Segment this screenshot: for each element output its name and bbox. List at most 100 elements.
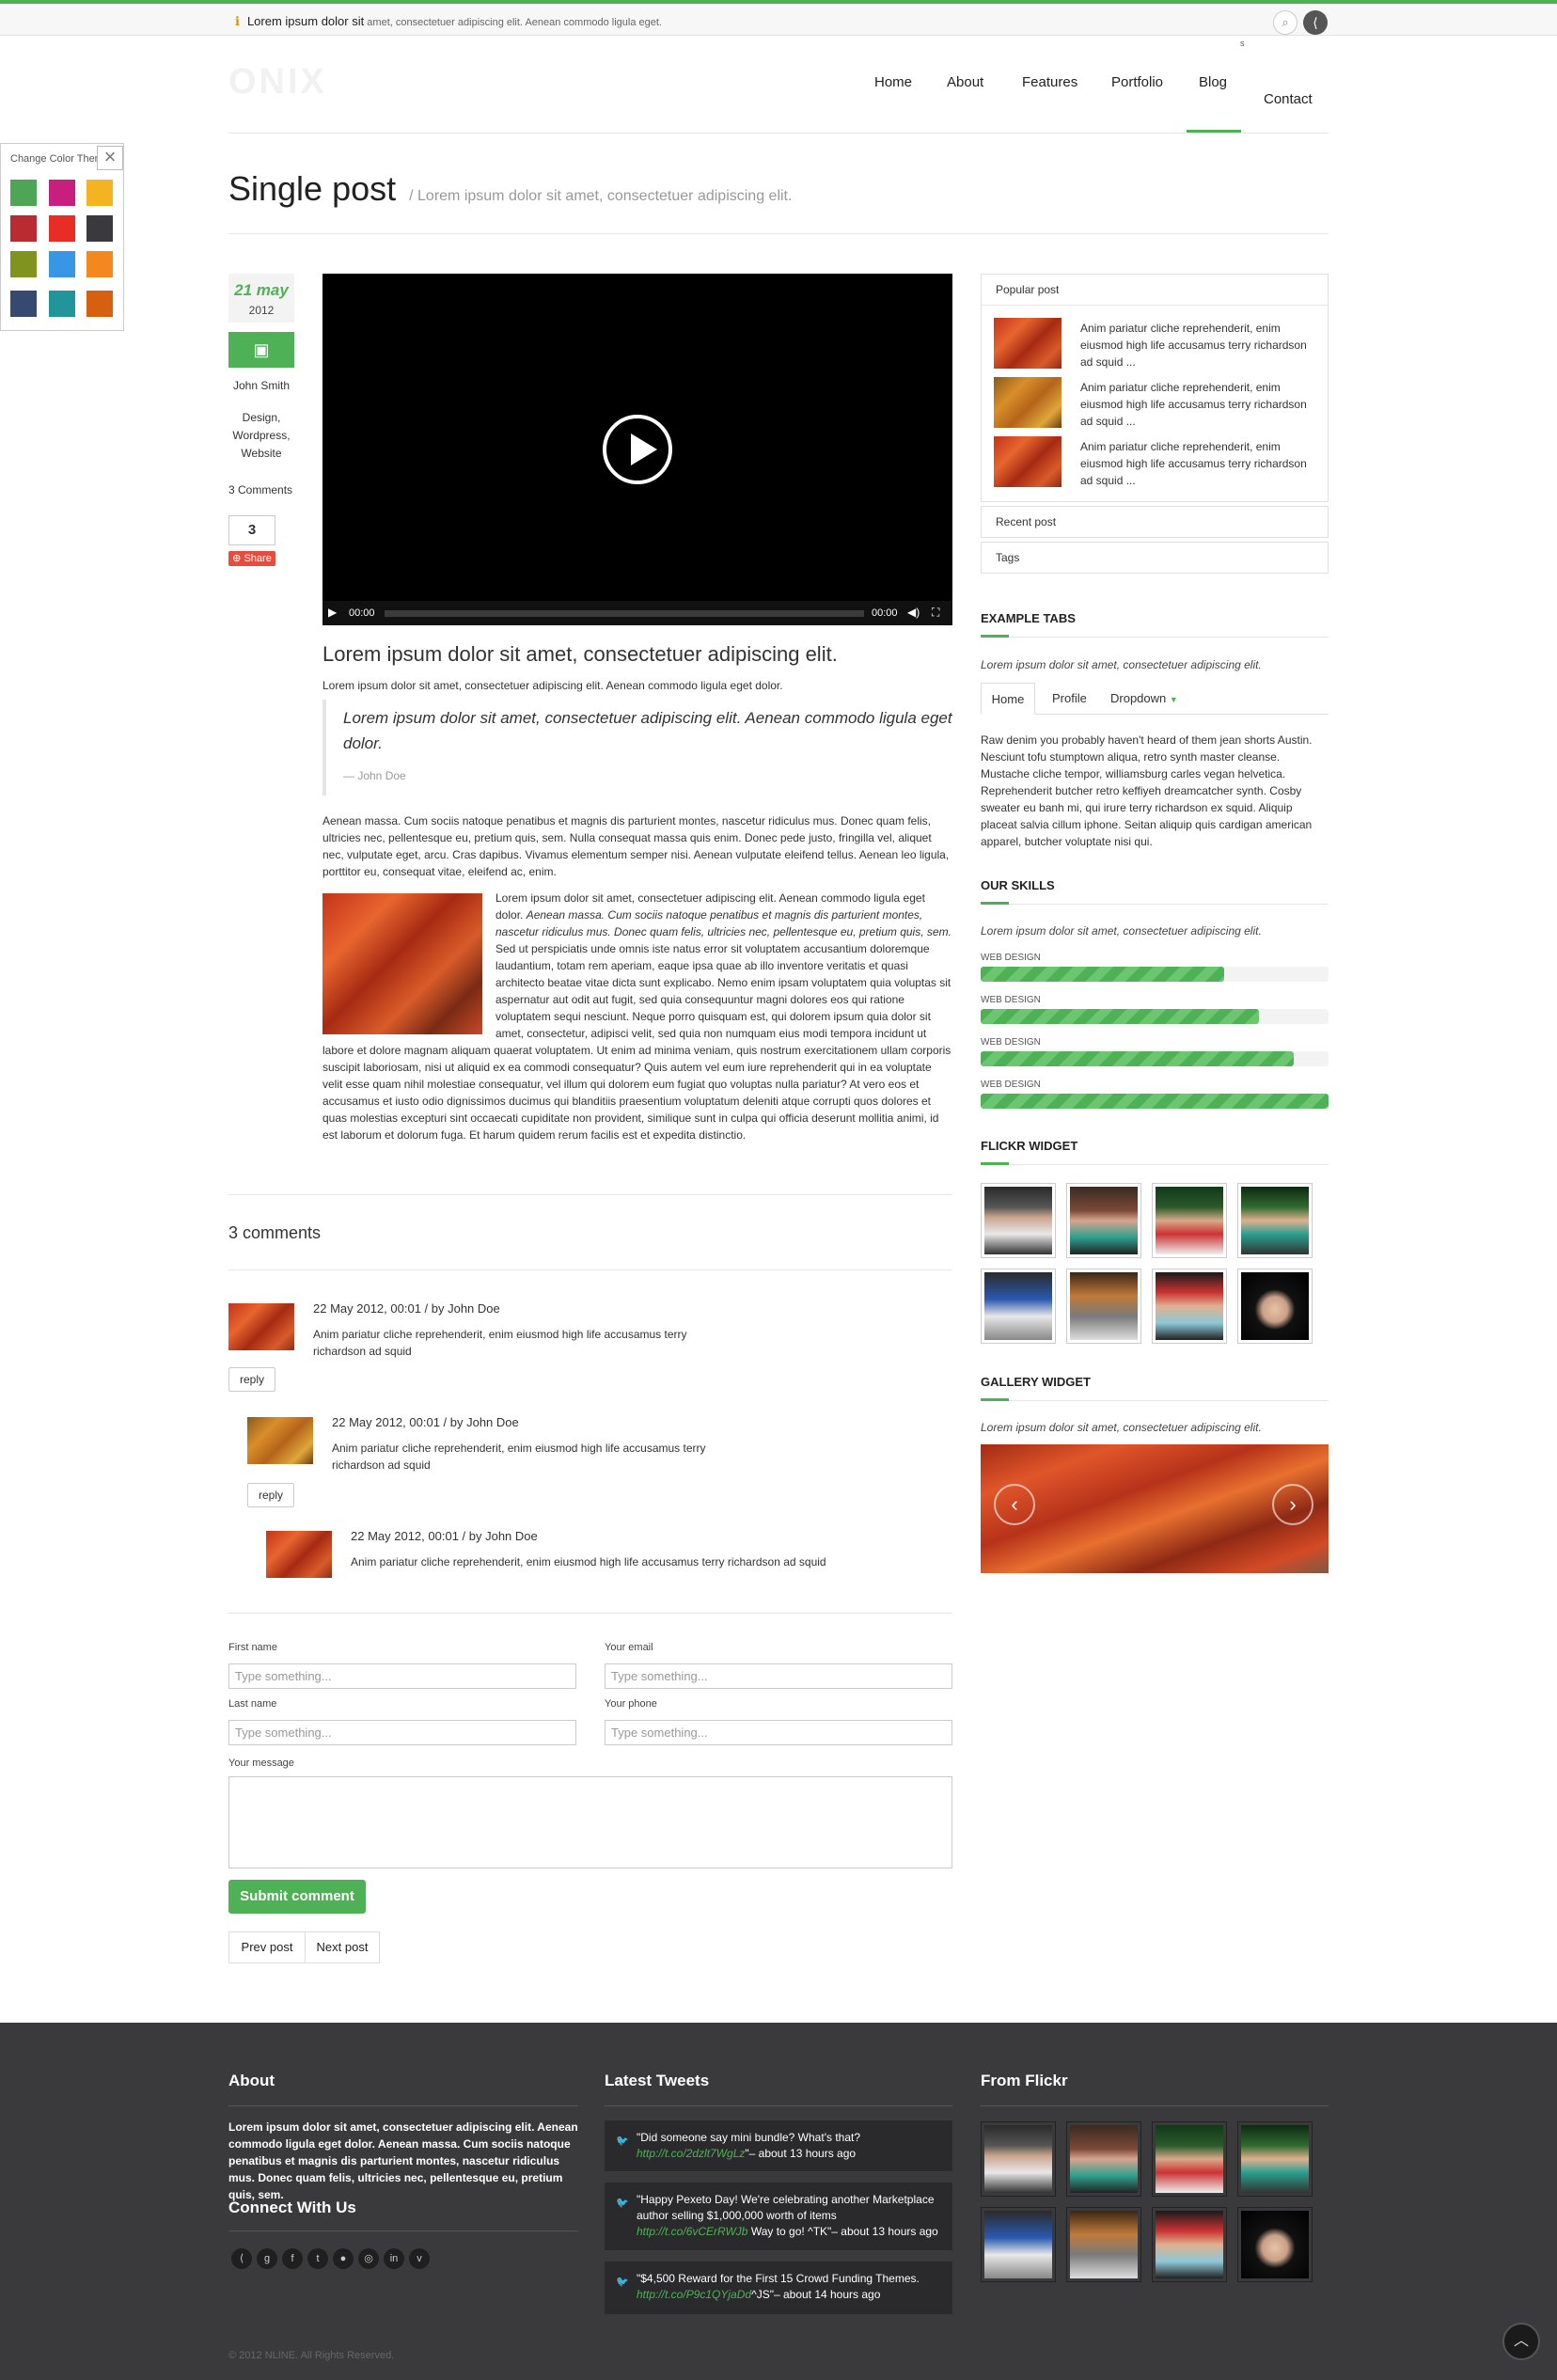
popular-post-thumb: [994, 318, 1062, 369]
post-tags: Design, Wordpress, Website: [228, 409, 294, 463]
footer-flickr-photo[interactable]: [1066, 2207, 1141, 2282]
flickr-photo[interactable]: [1066, 1183, 1141, 1258]
color-swatch[interactable]: [49, 180, 75, 206]
footer-flickr-photo[interactable]: [1066, 2121, 1141, 2197]
skill-bar: [981, 1094, 1329, 1109]
comment-body: Anim pariatur cliche reprehenderit, enim…: [351, 1555, 826, 1568]
footer-flickr-photo[interactable]: [1237, 2121, 1313, 2197]
footer-flickr-photo[interactable]: [981, 2207, 1056, 2282]
footer-flickr-photo[interactable]: [1152, 2121, 1227, 2197]
reply-button[interactable]: reply: [247, 1483, 294, 1507]
post-tag[interactable]: Wordpress,: [228, 427, 294, 445]
recent-post-tab[interactable]: Recent post: [981, 506, 1329, 538]
tweet-link[interactable]: http://t.co/6vCErRWJb: [637, 2225, 747, 2238]
fullscreen-icon[interactable]: ⛶: [932, 606, 939, 620]
footer-flickr-photo[interactable]: [981, 2121, 1056, 2197]
popular-post-item[interactable]: Anim pariatur cliche reprehenderit, enim…: [994, 377, 1313, 430]
tab-dropdown[interactable]: Dropdown ▼: [1110, 683, 1178, 715]
last-name-field[interactable]: Type something...: [228, 1720, 576, 1745]
post-comments-count[interactable]: 3 Comments: [228, 483, 294, 496]
flickr-photo[interactable]: [1066, 1269, 1141, 1344]
nav-contact[interactable]: Contact: [1264, 91, 1313, 107]
flickr-icon[interactable]: ●: [333, 2248, 354, 2269]
copyright: © 2012 NLINE. All Rights Reserved.: [228, 2350, 395, 2361]
prev-post-button[interactable]: Prev post: [228, 1931, 306, 1963]
phone-field[interactable]: Type something...: [605, 1720, 952, 1745]
google-icon[interactable]: g: [257, 2248, 277, 2269]
color-swatch[interactable]: [10, 291, 37, 317]
footer-flickr-photo[interactable]: [1152, 2207, 1227, 2282]
video-progress-bar[interactable]: [385, 610, 864, 617]
color-swatch[interactable]: [10, 251, 37, 277]
back-to-top-icon[interactable]: ︿: [1502, 2323, 1540, 2360]
volume-icon[interactable]: ◀): [907, 606, 920, 619]
skill-bar-fill: [981, 1009, 1259, 1024]
share-icon[interactable]: ⟨: [231, 2248, 252, 2269]
flickr-photo[interactable]: [981, 1183, 1056, 1258]
flickr-photo[interactable]: [1237, 1183, 1313, 1258]
email-field[interactable]: Type something...: [605, 1663, 952, 1689]
flickr-photo[interactable]: [1152, 1269, 1227, 1344]
color-swatch[interactable]: [10, 180, 37, 206]
arrow-right-icon[interactable]: ›: [1272, 1484, 1313, 1525]
color-swatch[interactable]: [86, 291, 113, 317]
flickr-photo[interactable]: [1237, 1269, 1313, 1344]
video-player[interactable]: ▶ 00:00 00:00 ◀) ⛶: [322, 274, 952, 625]
site-logo[interactable]: ONIX: [228, 62, 327, 102]
color-swatch[interactable]: [86, 215, 113, 242]
submit-comment-button[interactable]: Submit comment: [228, 1880, 366, 1914]
facebook-icon[interactable]: f: [282, 2248, 303, 2269]
tweet-link[interactable]: http://t.co/P9c1QYjaDd: [637, 2288, 751, 2301]
dribbble-icon[interactable]: ◎: [358, 2248, 379, 2269]
share-icon[interactable]: ⟨: [1303, 10, 1328, 35]
popular-post-item[interactable]: Anim pariatur cliche reprehenderit, enim…: [994, 318, 1313, 370]
post-tag[interactable]: Design,: [228, 409, 294, 427]
twitter-icon[interactable]: t: [307, 2248, 328, 2269]
post-author[interactable]: John Smith: [228, 379, 294, 392]
popular-post-tab[interactable]: Popular post: [996, 283, 1059, 296]
color-swatch[interactable]: [49, 291, 75, 317]
flickr-photo[interactable]: [981, 1269, 1056, 1344]
vimeo-icon[interactable]: v: [409, 2248, 430, 2269]
reply-button[interactable]: reply: [228, 1367, 275, 1392]
search-icon[interactable]: ⌕: [1273, 10, 1298, 35]
first-name-field[interactable]: Type something...: [228, 1663, 576, 1689]
nav-blog[interactable]: Blog: [1199, 74, 1227, 90]
chevron-down-icon: ▼: [1169, 695, 1178, 704]
video-category-icon[interactable]: ▣: [228, 332, 294, 368]
comment-avatar: [247, 1417, 313, 1464]
flickr-photo[interactable]: [1152, 1183, 1227, 1258]
nav-about[interactable]: About: [947, 74, 983, 90]
linkedin-icon[interactable]: in: [384, 2248, 404, 2269]
post-tag[interactable]: Website: [228, 445, 294, 463]
tweet-link[interactable]: http://t.co/2dzlt7WgLz: [637, 2147, 745, 2160]
share-button[interactable]: ⊕ Share: [228, 551, 275, 566]
tab-profile[interactable]: Profile: [1052, 683, 1087, 715]
tab-home[interactable]: Home: [981, 683, 1035, 715]
arrow-left-icon[interactable]: ‹: [994, 1484, 1035, 1525]
color-swatch[interactable]: [49, 215, 75, 242]
footer-about-title: About: [228, 2072, 275, 2089]
color-swatch[interactable]: [10, 215, 37, 242]
nav-home[interactable]: Home: [874, 74, 912, 90]
popular-post-item[interactable]: Anim pariatur cliche reprehenderit, enim…: [994, 436, 1313, 489]
divider: [228, 1269, 952, 1270]
next-post-button[interactable]: Next post: [305, 1931, 380, 1963]
color-swatch[interactable]: [49, 251, 75, 277]
tags-tab[interactable]: Tags: [981, 542, 1329, 574]
color-swatch[interactable]: [86, 180, 113, 206]
video-controls: ▶ 00:00 00:00 ◀) ⛶: [322, 601, 952, 625]
play-icon[interactable]: [603, 415, 672, 484]
tab-content: Raw denim you probably haven't heard of …: [981, 733, 1313, 848]
footer-flickr-photo[interactable]: [1237, 2207, 1313, 2282]
divider: [228, 1613, 952, 1614]
nav-features[interactable]: Features: [1022, 74, 1077, 90]
email-label: Your email: [605, 1642, 653, 1653]
nav-portfolio[interactable]: Portfolio: [1111, 74, 1163, 90]
play-small-icon[interactable]: ▶: [328, 606, 337, 619]
skill-bar-fill: [981, 1051, 1294, 1066]
close-icon[interactable]: ×: [97, 146, 123, 170]
info-icon: ℹ: [235, 14, 240, 28]
color-swatch[interactable]: [86, 251, 113, 277]
message-field[interactable]: [228, 1776, 952, 1868]
